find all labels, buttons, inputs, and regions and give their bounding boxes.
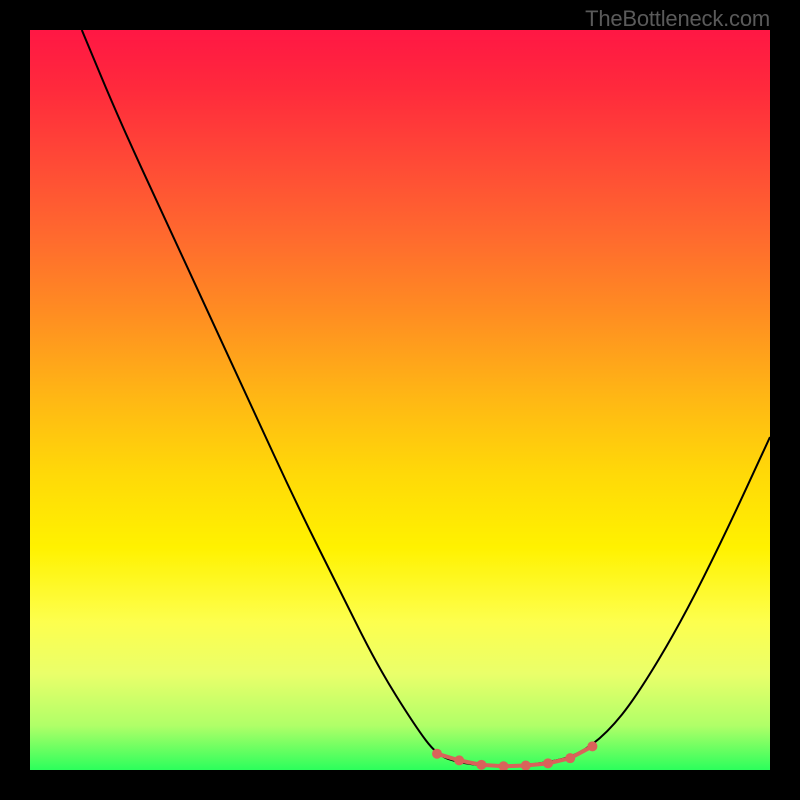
chart-overlay-link[interactable] xyxy=(0,0,800,800)
chart-container: TheBottleneck.com xyxy=(0,0,800,800)
